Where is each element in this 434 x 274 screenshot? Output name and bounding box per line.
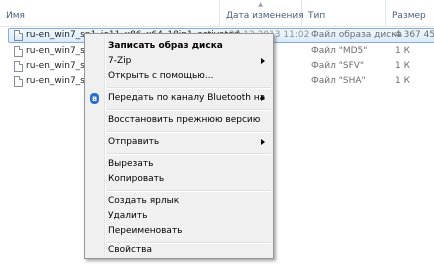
file-size: 1 К — [395, 76, 410, 86]
menu-separator — [107, 131, 271, 133]
column-type-label: Тип — [308, 11, 326, 21]
menu-item-burn-disc-image[interactable]: Записать образ диска — [87, 39, 271, 54]
file-type: Файл образа диска — [311, 30, 403, 40]
menu-item-label: Создать ярлык — [108, 196, 180, 206]
menu-separator — [107, 153, 271, 155]
file-icon — [14, 46, 23, 57]
menu-item-label: Открыть с помощью... — [108, 71, 214, 81]
menu-item-restore-previous[interactable]: Восстановить прежнюю версию — [87, 113, 271, 128]
menu-item-label: Восстановить прежнюю версию — [108, 115, 261, 125]
menu-separator — [107, 109, 271, 111]
context-menu: Записать образ диска 7-Zip Открыть с пом… — [84, 33, 274, 259]
menu-item-properties[interactable]: Свойства — [87, 243, 271, 258]
column-header: Имя ▲ Дата изменения Тип Размер — [0, 0, 434, 27]
menu-item-label: Переименовать — [108, 226, 183, 236]
menu-item-label: 7-Zip — [108, 56, 132, 66]
file-size: 1 К — [395, 61, 410, 71]
column-date-label: Дата изменения — [226, 11, 304, 21]
menu-item-label: Вырезать — [108, 159, 154, 169]
menu-separator — [107, 190, 271, 192]
menu-item-rename[interactable]: Переименовать — [87, 224, 271, 239]
submenu-arrow-icon — [261, 58, 265, 64]
sort-ascending-icon: ▲ — [258, 1, 263, 8]
menu-item-send-to[interactable]: Отправить — [87, 135, 271, 150]
file-size: 1 К — [395, 46, 410, 56]
column-size-label: Размер — [392, 11, 426, 21]
menu-item-label: Записать образ диска — [108, 41, 223, 51]
menu-item-open-with[interactable]: Открыть с помощью... — [87, 69, 271, 84]
menu-item-copy[interactable]: Копировать — [87, 172, 271, 187]
menu-item-7zip[interactable]: 7-Zip — [87, 54, 271, 69]
menu-item-label: Удалить — [108, 211, 148, 221]
menu-item-label: Копировать — [108, 174, 165, 184]
file-type: Файл "SFV" — [311, 61, 365, 71]
column-type-header[interactable]: Тип — [302, 0, 386, 26]
column-date-header[interactable]: ▲ Дата изменения — [220, 0, 304, 26]
column-name-header[interactable]: Имя — [0, 0, 220, 26]
menu-item-label: Передать по каналу Bluetooth на — [108, 93, 266, 103]
menu-separator — [107, 87, 271, 89]
menu-item-delete[interactable]: Удалить — [87, 209, 271, 224]
menu-item-label: Свойства — [108, 245, 152, 255]
file-icon — [14, 61, 23, 72]
file-type: Файл "SHA" — [311, 76, 366, 86]
menu-item-label: Отправить — [108, 137, 160, 147]
menu-item-cut[interactable]: Вырезать — [87, 157, 271, 172]
disc-image-icon — [14, 30, 23, 41]
bluetooth-icon: ʙ — [90, 93, 99, 104]
file-icon — [14, 76, 23, 87]
menu-item-create-shortcut[interactable]: Создать ярлык — [87, 194, 271, 209]
submenu-arrow-icon — [261, 95, 265, 101]
column-name-label: Имя — [6, 11, 25, 21]
menu-item-bluetooth[interactable]: ʙ Передать по каналу Bluetooth на — [87, 91, 271, 106]
file-size: 4 367 456 К — [395, 30, 434, 40]
submenu-arrow-icon — [261, 139, 265, 145]
column-size-header[interactable]: Размер — [386, 0, 434, 26]
file-type: Файл "MD5" — [311, 46, 368, 56]
